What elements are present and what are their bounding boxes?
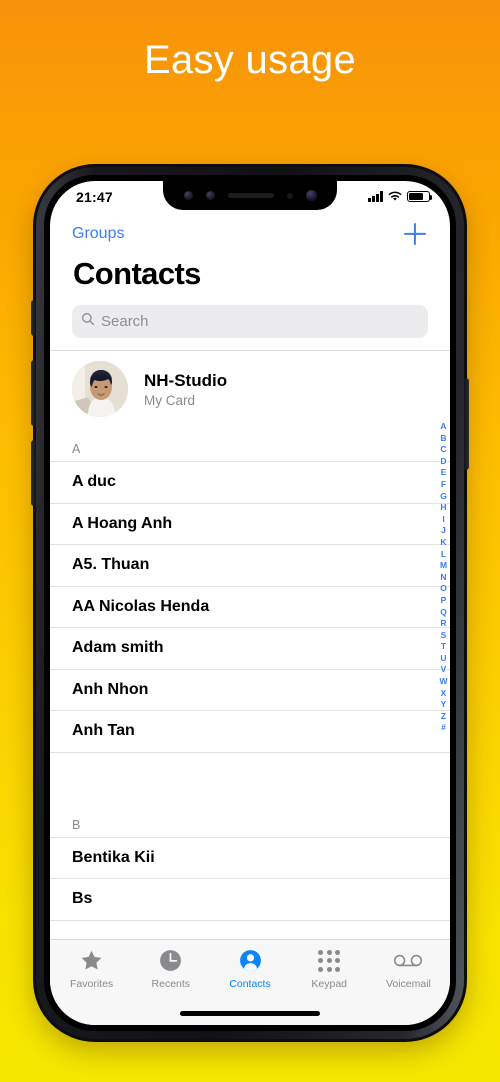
alpha-index-x[interactable]: X	[438, 688, 449, 700]
alpha-index-n[interactable]: N	[438, 572, 449, 584]
person-icon	[238, 947, 263, 974]
alpha-index-v[interactable]: V	[438, 664, 449, 676]
alpha-index-s[interactable]: S	[438, 630, 449, 642]
nav-bar: Groups	[50, 212, 450, 256]
contacts-list[interactable]: NH-Studio My Card A A duc A Hoang Anh A5. T…	[50, 350, 450, 939]
alpha-index-j[interactable]: J	[438, 525, 449, 537]
keypad-icon	[318, 947, 341, 974]
alpha-index-e[interactable]: E	[438, 467, 449, 479]
alpha-index-t[interactable]: T	[438, 641, 449, 653]
notch	[163, 181, 337, 210]
earpiece-speaker-icon	[227, 193, 274, 198]
alpha-index-h[interactable]: H	[438, 502, 449, 514]
status-time: 21:47	[76, 188, 113, 205]
search-icon	[81, 312, 95, 331]
contact-row[interactable]: Bentika Kii	[50, 836, 450, 878]
contact-row[interactable]: A duc	[50, 461, 450, 503]
battery-icon	[407, 190, 433, 203]
phone-mockup: 21:47 Groups Contacts Search A B C D E F…	[31, 164, 469, 1042]
avatar	[72, 361, 128, 417]
home-indicator[interactable]	[180, 1011, 320, 1016]
alpha-index-p[interactable]: P	[438, 595, 449, 607]
alpha-index-i[interactable]: I	[438, 514, 449, 526]
sections-container: A A duc A Hoang Anh A5. Thuan AA Nicolas Hen…	[50, 430, 450, 939]
alpha-index-l[interactable]: L	[438, 549, 449, 561]
alpha-index-g[interactable]: G	[438, 491, 449, 503]
my-card-name: NH-Studio	[144, 370, 228, 390]
proximity-sensor-icon	[286, 192, 293, 199]
search-bar[interactable]	[72, 305, 428, 338]
volume-down-button[interactable]	[31, 440, 36, 506]
tab-voicemail[interactable]: Voicemail	[369, 947, 448, 1025]
alpha-index-u[interactable]: U	[438, 653, 449, 665]
alpha-index-w[interactable]: W	[438, 676, 449, 688]
alpha-index-f[interactable]: F	[438, 479, 449, 491]
page-title: Contacts	[73, 256, 201, 291]
contact-row[interactable]: Anh Tan	[50, 710, 450, 752]
alpha-index-d[interactable]: D	[438, 456, 449, 468]
alpha-index-hash[interactable]: #	[438, 722, 449, 734]
alpha-index-y[interactable]: Y	[438, 699, 449, 711]
tab-label: Keypad	[311, 978, 348, 990]
page-headline: Easy usage	[143, 37, 357, 82]
alphabet-index[interactable]: A B C D E F G H I J K L M N O P Q R S T U V W X Y Z #	[438, 421, 449, 734]
phone-inner-bezel: 21:47 Groups Contacts Search A B C D E F…	[44, 175, 456, 1031]
section-header-a: A	[72, 442, 81, 456]
search-input[interactable]	[101, 313, 419, 330]
alpha-index-k[interactable]: K	[438, 537, 449, 549]
contact-row[interactable]: A Hoang Anh	[50, 502, 450, 544]
my-card-row[interactable]: NH-Studio My Card	[50, 351, 450, 430]
tab-favorites[interactable]: Favorites	[52, 947, 131, 1025]
section-header-b: B	[72, 817, 81, 832]
groups-button[interactable]: Groups	[72, 225, 124, 243]
status-indicators	[368, 190, 433, 203]
tab-label: Favorites	[70, 978, 114, 990]
list-separator	[50, 751, 450, 774]
alpha-index-r[interactable]: R	[438, 618, 449, 630]
cellular-bars-icon	[368, 191, 383, 202]
power-button[interactable]	[464, 378, 469, 470]
alpha-index-o[interactable]: O	[438, 583, 449, 595]
alpha-index-b[interactable]: B	[438, 433, 449, 445]
contact-row[interactable]: A5. Thuan	[50, 544, 450, 586]
contact-row[interactable]: Bs	[50, 878, 450, 920]
my-card-subtitle: My Card	[144, 393, 196, 409]
contact-row[interactable]: AA Nicolas Henda	[50, 585, 450, 627]
alpha-index-m[interactable]: M	[438, 560, 449, 572]
ir-sensor-icon	[183, 191, 193, 200]
tab-label: Voicemail	[385, 978, 431, 990]
tab-label: Recents	[151, 978, 191, 990]
wifi-icon	[388, 191, 402, 202]
star-icon	[79, 947, 104, 974]
flood-illuminator-icon	[205, 191, 215, 200]
alpha-index-z[interactable]: Z	[438, 711, 449, 723]
contact-row[interactable]: Adam smith	[50, 627, 450, 669]
phone-screen: 21:47 Groups Contacts Search A B C D E F…	[50, 181, 450, 1025]
alpha-index-a[interactable]: A	[438, 421, 449, 433]
front-camera-icon	[305, 190, 317, 201]
volume-up-button[interactable]	[31, 360, 36, 426]
voicemail-icon	[393, 947, 423, 974]
list-separator	[50, 919, 450, 939]
search-container	[72, 305, 428, 338]
contact-row[interactable]: Anh Nhon	[50, 668, 450, 710]
my-card-text: NH-Studio My Card	[144, 370, 227, 408]
mute-switch-button[interactable]	[31, 300, 36, 336]
clock-icon	[158, 947, 183, 974]
tab-label: Contacts	[229, 978, 271, 990]
add-contact-button[interactable]	[402, 221, 428, 247]
alpha-index-q[interactable]: Q	[438, 607, 449, 619]
alpha-index-c[interactable]: C	[438, 444, 449, 456]
